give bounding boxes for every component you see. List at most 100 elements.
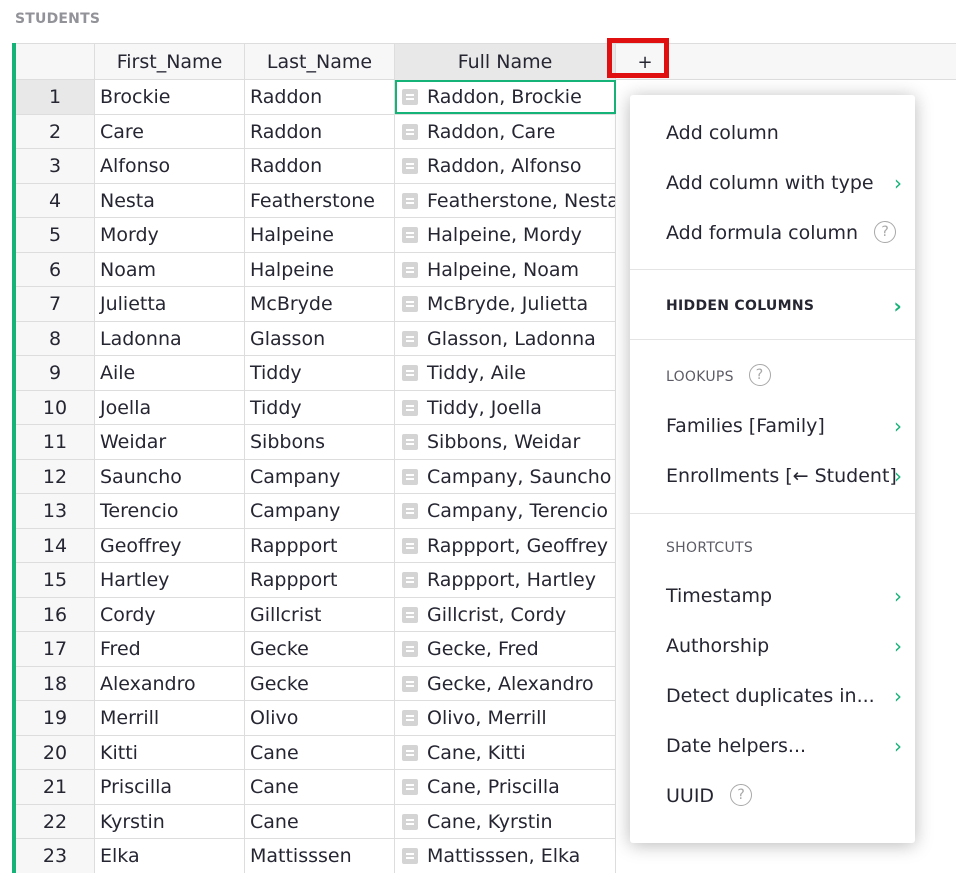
cell-first-name[interactable]: Ladonna (95, 321, 245, 355)
cell-first-name[interactable]: Terencio (95, 494, 245, 528)
menu-item-hidden-columns[interactable]: HIDDEN COLUMNS › (630, 291, 915, 321)
cell-last-name[interactable]: Raddon (245, 80, 395, 114)
cell-first-name[interactable]: Weidar (95, 425, 245, 459)
cell-first-name[interactable]: Brockie (95, 80, 245, 114)
menu-item-families[interactable]: Families [Family] › (630, 404, 915, 448)
table-row[interactable]: 3 Alfonso Raddon Raddon, Alfonso (16, 149, 616, 184)
cell-full-name[interactable]: Glasson, Ladonna (395, 321, 616, 355)
row-number[interactable]: 20 (16, 735, 95, 769)
row-number[interactable]: 21 (16, 770, 95, 804)
cell-first-name[interactable]: Hartley (95, 563, 245, 597)
row-number[interactable]: 11 (16, 425, 95, 459)
row-number[interactable]: 16 (16, 597, 95, 631)
table-row[interactable]: 19 Merrill Olivo Olivo, Merrill (16, 701, 616, 736)
table-row[interactable]: 15 Hartley Rappport Rappport, Hartley (16, 563, 616, 598)
cell-full-name[interactable]: Tiddy, Joella (395, 390, 616, 424)
cell-last-name[interactable]: Raddon (245, 114, 395, 148)
cell-first-name[interactable]: Merrill (95, 701, 245, 735)
row-number[interactable]: 4 (16, 183, 95, 217)
table-row[interactable]: 18 Alexandro Gecke Gecke, Alexandro (16, 666, 616, 701)
row-number[interactable]: 17 (16, 632, 95, 666)
table-row[interactable]: 10 Joella Tiddy Tiddy, Joella (16, 390, 616, 425)
cell-full-name[interactable]: Halpeine, Noam (395, 252, 616, 286)
table-row[interactable]: 12 Sauncho Campany Campany, Sauncho (16, 459, 616, 494)
menu-item-uuid[interactable]: UUID ? (630, 774, 915, 818)
cell-first-name[interactable]: Julietta (95, 287, 245, 321)
table-row[interactable]: 17 Fred Gecke Gecke, Fred (16, 632, 616, 667)
row-number[interactable]: 3 (16, 149, 95, 183)
table-row[interactable]: 8 Ladonna Glasson Glasson, Ladonna (16, 321, 616, 356)
menu-item-add-formula-column[interactable]: Add formula column ? (630, 211, 915, 255)
row-number[interactable]: 15 (16, 563, 95, 597)
cell-first-name[interactable]: Alfonso (95, 149, 245, 183)
cell-full-name[interactable]: Tiddy, Aile (395, 356, 616, 390)
cell-last-name[interactable]: Olivo (245, 701, 395, 735)
cell-first-name[interactable]: Cordy (95, 597, 245, 631)
row-number[interactable]: 6 (16, 252, 95, 286)
cell-full-name[interactable]: Raddon, Brockie (395, 80, 616, 114)
cell-last-name[interactable]: Tiddy (245, 390, 395, 424)
row-number[interactable]: 10 (16, 390, 95, 424)
row-number[interactable]: 5 (16, 218, 95, 252)
cell-last-name[interactable]: Tiddy (245, 356, 395, 390)
menu-item-add-column[interactable]: Add column (630, 111, 915, 155)
cell-first-name[interactable]: Kitti (95, 735, 245, 769)
cell-first-name[interactable]: Sauncho (95, 459, 245, 493)
table-row[interactable]: 11 Weidar Sibbons Sibbons, Weidar (16, 425, 616, 460)
row-number[interactable]: 19 (16, 701, 95, 735)
cell-first-name[interactable]: Aile (95, 356, 245, 390)
cell-full-name[interactable]: Rappport, Hartley (395, 563, 616, 597)
row-number[interactable]: 8 (16, 321, 95, 355)
cell-last-name[interactable]: Rappport (245, 563, 395, 597)
row-number[interactable]: 1 (16, 80, 95, 114)
cell-full-name[interactable]: Raddon, Care (395, 114, 616, 148)
table-row[interactable]: 2 Care Raddon Raddon, Care (16, 114, 616, 149)
table-row[interactable]: 5 Mordy Halpeine Halpeine, Mordy (16, 218, 616, 253)
cell-first-name[interactable]: Kyrstin (95, 804, 245, 838)
table-row[interactable]: 20 Kitti Cane Cane, Kitti (16, 735, 616, 770)
cell-last-name[interactable]: Featherstone (245, 183, 395, 217)
row-number-header[interactable] (16, 44, 95, 80)
cell-full-name[interactable]: Gillcrist, Cordy (395, 597, 616, 631)
cell-first-name[interactable]: Joella (95, 390, 245, 424)
table-row[interactable]: 14 Geoffrey Rappport Rappport, Geoffrey (16, 528, 616, 563)
cell-last-name[interactable]: Gecke (245, 666, 395, 700)
column-header-full-name[interactable]: Full Name (395, 44, 616, 80)
cell-first-name[interactable]: Noam (95, 252, 245, 286)
row-number[interactable]: 13 (16, 494, 95, 528)
add-column-button[interactable]: + (614, 44, 676, 80)
cell-last-name[interactable]: Rappport (245, 528, 395, 562)
cell-full-name[interactable]: Gecke, Alexandro (395, 666, 616, 700)
cell-last-name[interactable]: Cane (245, 804, 395, 838)
table-row[interactable]: 9 Aile Tiddy Tiddy, Aile (16, 356, 616, 391)
row-number[interactable]: 22 (16, 804, 95, 838)
cell-full-name[interactable]: Sibbons, Weidar (395, 425, 616, 459)
cell-last-name[interactable]: Mattisssen (245, 839, 395, 873)
cell-last-name[interactable]: Halpeine (245, 218, 395, 252)
cell-last-name[interactable]: Gecke (245, 632, 395, 666)
cell-first-name[interactable]: Elka (95, 839, 245, 873)
menu-item-enrollments[interactable]: Enrollments [← Student] › (630, 454, 915, 498)
column-header-last-name[interactable]: Last_Name (245, 44, 395, 80)
row-number[interactable]: 9 (16, 356, 95, 390)
cell-first-name[interactable]: Priscilla (95, 770, 245, 804)
cell-last-name[interactable]: Cane (245, 735, 395, 769)
menu-item-date-helpers[interactable]: Date helpers... › (630, 724, 915, 768)
help-icon[interactable]: ? (748, 364, 771, 386)
row-number[interactable]: 23 (16, 839, 95, 873)
table-row[interactable]: 21 Priscilla Cane Cane, Priscilla (16, 770, 616, 805)
cell-full-name[interactable]: Campany, Terencio (395, 494, 616, 528)
cell-last-name[interactable]: Campany (245, 459, 395, 493)
cell-first-name[interactable]: Mordy (95, 218, 245, 252)
row-number[interactable]: 2 (16, 114, 95, 148)
menu-item-detect-duplicates[interactable]: Detect duplicates in... › (630, 674, 915, 718)
cell-last-name[interactable]: Cane (245, 770, 395, 804)
cell-last-name[interactable]: Raddon (245, 149, 395, 183)
table-row[interactable]: 1 Brockie Raddon Raddon, Brockie (16, 80, 616, 115)
column-header-first-name[interactable]: First_Name (95, 44, 245, 80)
cell-first-name[interactable]: Care (95, 114, 245, 148)
cell-full-name[interactable]: Cane, Kitti (395, 735, 616, 769)
help-icon[interactable]: ? (730, 783, 753, 806)
cell-last-name[interactable]: Sibbons (245, 425, 395, 459)
cell-full-name[interactable]: Cane, Priscilla (395, 770, 616, 804)
